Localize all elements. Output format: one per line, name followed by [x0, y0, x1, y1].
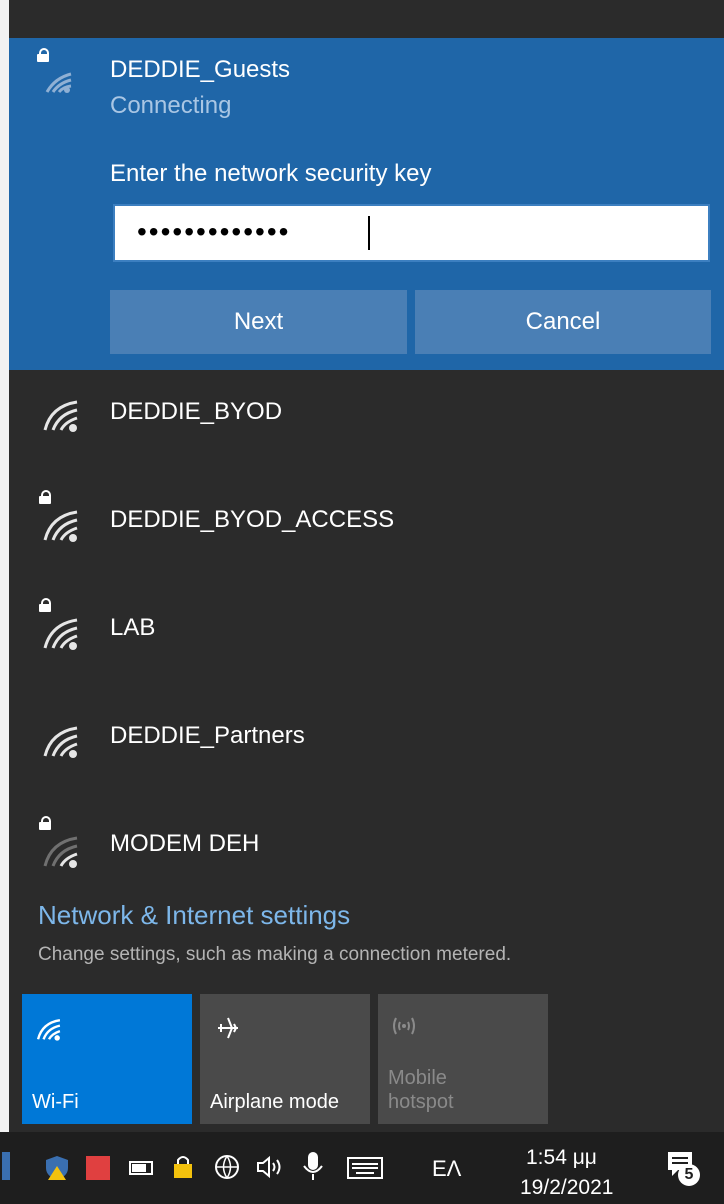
network-status: Connecting [110, 92, 232, 119]
wifi-icon [43, 400, 78, 432]
hotspot-icon [393, 1017, 415, 1035]
language-indicator[interactable]: ΕΛ [432, 1156, 461, 1182]
network-name: MODEM DEH [110, 830, 260, 857]
network-settings-description: Change settings, such as making a connec… [38, 944, 512, 965]
network-name: DEDDIE_BYOD [110, 398, 283, 425]
mobile-hotspot-label-2: hotspot [388, 1091, 454, 1113]
network-list-item-partners[interactable]: DEDDIE_Partners [9, 694, 724, 802]
security-warning-icon[interactable] [44, 1154, 70, 1182]
network-name: DEDDIE_Guests [110, 56, 291, 83]
network-list-item-lab[interactable]: LAB [9, 586, 724, 694]
action-center-button[interactable]: 5 [666, 1150, 706, 1190]
notification-count-badge: 5 [678, 1164, 700, 1186]
desktop-edge [0, 0, 9, 1132]
airplane-mode-label: Airplane mode [210, 1091, 339, 1113]
airplane-mode-button[interactable]: Airplane mode [200, 994, 370, 1124]
active-network[interactable]: DEDDIE_Guests Connecting Enter the netwo… [9, 38, 724, 370]
taskbar: ΕΛ 1:54 μμ 19/2/2021 5 [0, 1132, 724, 1204]
wifi-icon [43, 726, 78, 758]
network-list-item-modem-deh[interactable]: MODEM DEH [9, 802, 724, 894]
cancel-button[interactable]: Cancel [415, 290, 711, 354]
wifi-toggle-label: Wi-Fi [32, 1091, 79, 1113]
wifi-icon [36, 1019, 61, 1041]
text-caret [368, 216, 370, 250]
keyboard-icon[interactable] [346, 1156, 384, 1180]
lock-warning-icon[interactable] [170, 1152, 200, 1182]
wifi-secured-icon [43, 510, 78, 542]
flyout-top [9, 0, 724, 38]
app-tray-icon[interactable] [86, 1156, 110, 1180]
network-flyout: DEDDIE_Guests Connecting Enter the netwo… [9, 0, 724, 1132]
security-key-input[interactable]: ••••••••••••• [113, 204, 710, 262]
clock-date[interactable]: 19/2/2021 [520, 1176, 613, 1200]
network-settings-link[interactable]: Network & Internet settings [38, 900, 350, 931]
wifi-weak-secured-icon [43, 836, 78, 868]
network-name: DEDDIE_BYOD_ACCESS [110, 506, 395, 533]
wifi-toggle-button[interactable]: Wi-Fi [22, 994, 192, 1124]
security-key-label: Enter the network security key [110, 160, 432, 187]
microphone-icon[interactable] [302, 1150, 324, 1182]
clock-time[interactable]: 1:54 μμ [526, 1146, 597, 1170]
password-dots: ••••••••••••• [137, 216, 291, 247]
tray-overflow-icon[interactable] [2, 1152, 10, 1180]
next-button[interactable]: Next [110, 290, 407, 354]
network-list-item-byod-access[interactable]: DEDDIE_BYOD_ACCESS [9, 478, 724, 586]
network-name: LAB [110, 614, 156, 641]
airplane-icon [218, 1017, 238, 1039]
network-globe-icon[interactable] [212, 1152, 242, 1182]
network-name: DEDDIE_Partners [110, 722, 305, 749]
lock-icon [37, 48, 49, 62]
network-list-item-byod[interactable]: DEDDIE_BYOD [9, 370, 724, 478]
mobile-hotspot-button[interactable]: Mobile hotspot [378, 994, 548, 1124]
volume-icon[interactable] [254, 1154, 288, 1180]
wifi-secured-icon [43, 618, 78, 650]
battery-icon[interactable] [128, 1156, 156, 1180]
mobile-hotspot-label-1: Mobile [388, 1067, 447, 1089]
